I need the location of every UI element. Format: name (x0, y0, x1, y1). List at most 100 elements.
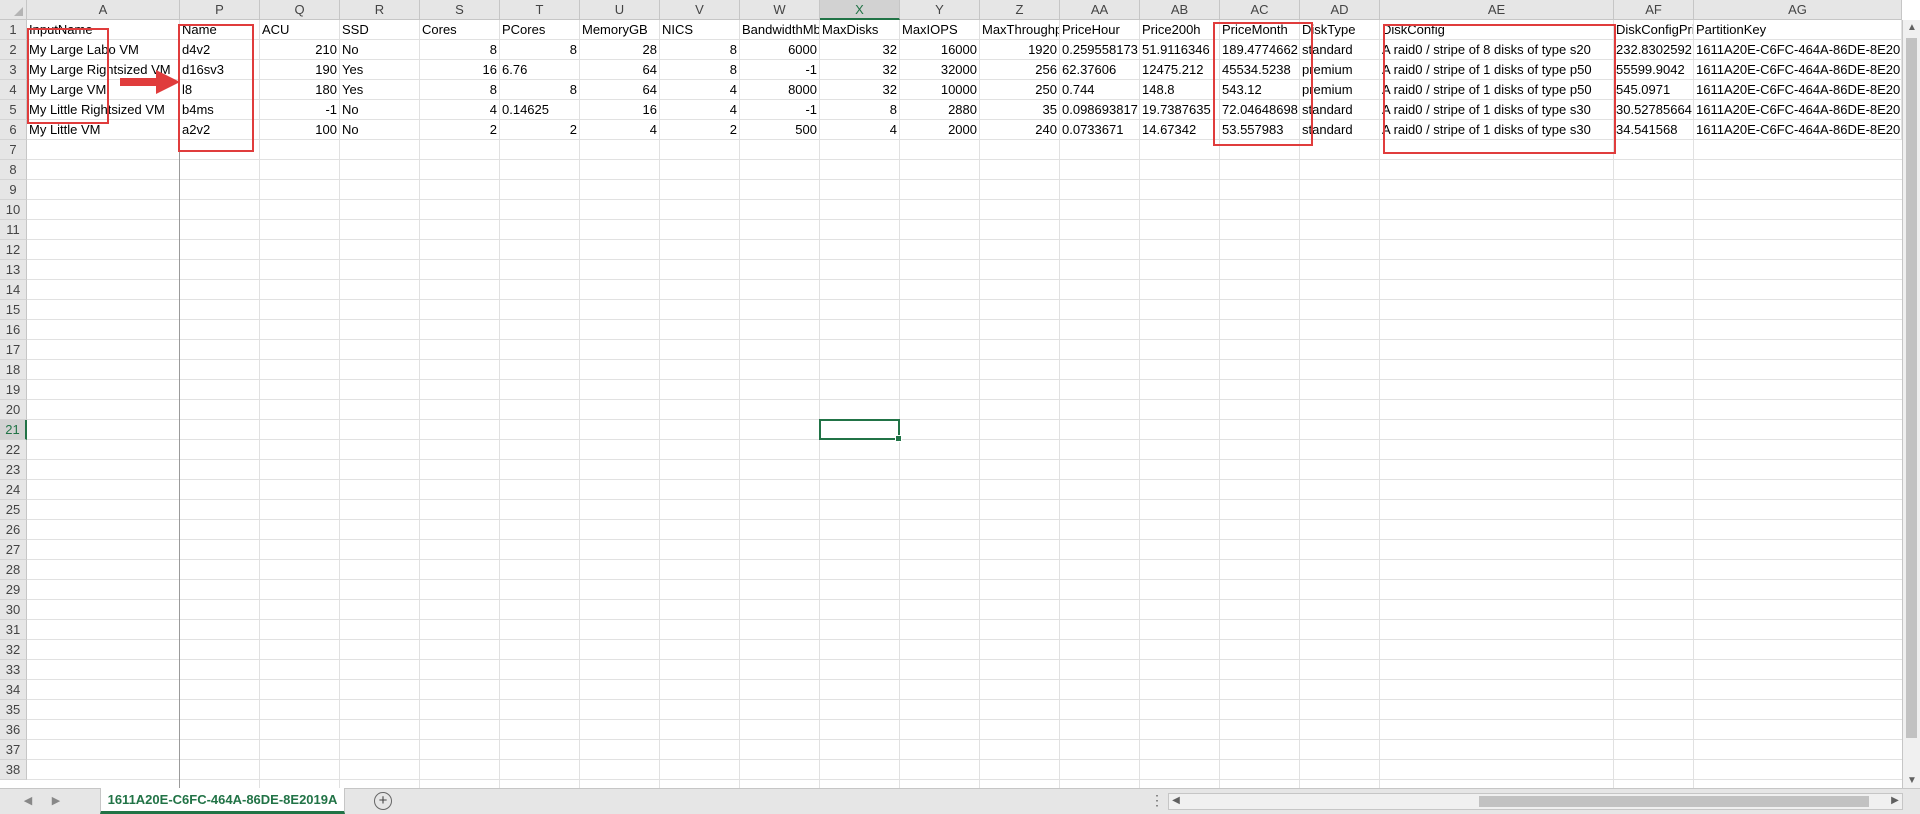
header-cell[interactable]: DiskType (1300, 20, 1380, 40)
table-cell[interactable]: 2 (500, 120, 580, 140)
table-cell[interactable]: 8000 (740, 80, 820, 100)
row-header-27[interactable]: 27 (0, 540, 27, 560)
table-cell[interactable]: My Little Rightsized VM (27, 100, 180, 120)
row-header-28[interactable]: 28 (0, 560, 27, 580)
table-cell[interactable]: 0.0733671 (1060, 120, 1140, 140)
table-cell[interactable]: 0.14625 (500, 100, 580, 120)
table-cell[interactable]: 210 (260, 40, 340, 60)
vertical-scroll-thumb[interactable] (1906, 38, 1917, 738)
table-cell[interactable]: 1611A20E-C6FC-464A-86DE-8E2019A (1694, 80, 1902, 100)
column-header-y[interactable]: Y (900, 0, 980, 20)
table-cell[interactable]: A raid0 / stripe of 1 disks of type s30 (1380, 120, 1614, 140)
column-header-u[interactable]: U (580, 0, 660, 20)
table-cell[interactable]: 19.7387635 (1140, 100, 1220, 120)
row-header-31[interactable]: 31 (0, 620, 27, 640)
row-header-34[interactable]: 34 (0, 680, 27, 700)
header-cell[interactable]: PartitionKey (1694, 20, 1902, 40)
table-cell[interactable]: 35 (980, 100, 1060, 120)
table-cell[interactable]: My Large Labo VM (27, 40, 180, 60)
row-header-36[interactable]: 36 (0, 720, 27, 740)
table-cell[interactable]: 240 (980, 120, 1060, 140)
table-cell[interactable]: 500 (740, 120, 820, 140)
table-cell[interactable]: A raid0 / stripe of 1 disks of type s30 (1380, 100, 1614, 120)
table-cell[interactable]: 545.0971 (1614, 80, 1694, 100)
scroll-right-icon[interactable]: ▶ (1888, 795, 1902, 806)
header-cell[interactable]: MaxIOPS (900, 20, 980, 40)
column-header-w[interactable]: W (740, 0, 820, 20)
row-header-21[interactable]: 21 (0, 420, 27, 440)
row-header-29[interactable]: 29 (0, 580, 27, 600)
row-header-3[interactable]: 3 (0, 60, 27, 80)
table-cell[interactable]: 100 (260, 120, 340, 140)
row-header-30[interactable]: 30 (0, 600, 27, 620)
table-cell[interactable]: 28 (580, 40, 660, 60)
table-cell[interactable]: 543.12 (1220, 80, 1300, 100)
table-cell[interactable]: 8 (500, 40, 580, 60)
next-sheet-icon[interactable]: ▶ (46, 794, 66, 807)
horizontal-scrollbar[interactable]: ◀ ▶ (1168, 793, 1903, 810)
header-cell[interactable]: Cores (420, 20, 500, 40)
table-cell[interactable]: 64 (580, 60, 660, 80)
header-cell[interactable]: PriceHour (1060, 20, 1140, 40)
header-cell[interactable]: SSD (340, 20, 420, 40)
row-header-12[interactable]: 12 (0, 240, 27, 260)
column-header-ab[interactable]: AB (1140, 0, 1220, 20)
row-header-14[interactable]: 14 (0, 280, 27, 300)
table-cell[interactable]: b4ms (180, 100, 260, 120)
table-cell[interactable]: l8 (180, 80, 260, 100)
table-cell[interactable]: Yes (340, 80, 420, 100)
column-header-af[interactable]: AF (1614, 0, 1694, 20)
table-cell[interactable]: 64 (580, 80, 660, 100)
row-header-6[interactable]: 6 (0, 120, 27, 140)
row-header-4[interactable]: 4 (0, 80, 27, 100)
header-cell[interactable]: Price200h (1140, 20, 1220, 40)
row-header-13[interactable]: 13 (0, 260, 27, 280)
row-header-10[interactable]: 10 (0, 200, 27, 220)
table-cell[interactable]: 4 (420, 100, 500, 120)
column-header-ad[interactable]: AD (1300, 0, 1380, 20)
table-cell[interactable]: 8 (420, 80, 500, 100)
row-header-5[interactable]: 5 (0, 100, 27, 120)
row-header-25[interactable]: 25 (0, 500, 27, 520)
header-cell[interactable]: DiskConfigPrice (1614, 20, 1694, 40)
select-all-corner[interactable] (0, 0, 27, 20)
column-header-t[interactable]: T (500, 0, 580, 20)
table-cell[interactable]: 1611A20E-C6FC-464A-86DE-8E2019A (1694, 60, 1902, 80)
table-cell[interactable]: 34.541568 (1614, 120, 1694, 140)
table-cell[interactable]: 1611A20E-C6FC-464A-86DE-8E2019A (1694, 120, 1902, 140)
header-cell[interactable]: NICS (660, 20, 740, 40)
column-header-z[interactable]: Z (980, 0, 1060, 20)
row-header-1[interactable]: 1 (0, 20, 27, 40)
sheet-tab-active[interactable]: 1611A20E-C6FC-464A-86DE-8E2019A (100, 788, 345, 814)
table-cell[interactable]: 62.37606 (1060, 60, 1140, 80)
table-cell[interactable]: 55599.9042 (1614, 60, 1694, 80)
table-cell[interactable]: premium (1300, 80, 1380, 100)
table-cell[interactable]: 2 (420, 120, 500, 140)
table-cell[interactable]: 6.76 (500, 60, 580, 80)
table-cell[interactable]: 180 (260, 80, 340, 100)
column-header-v[interactable]: V (660, 0, 740, 20)
column-header-s[interactable]: S (420, 0, 500, 20)
table-cell[interactable]: 148.8 (1140, 80, 1220, 100)
row-header-38[interactable]: 38 (0, 760, 27, 780)
table-cell[interactable]: 0.259558173 (1060, 40, 1140, 60)
table-cell[interactable]: 189.4774662 (1220, 40, 1300, 60)
header-cell[interactable]: DiskConfig (1380, 20, 1614, 40)
table-cell[interactable]: 256 (980, 60, 1060, 80)
table-cell[interactable]: 8 (820, 100, 900, 120)
column-header-a[interactable]: A (27, 0, 180, 20)
table-cell[interactable]: standard (1300, 100, 1380, 120)
table-cell[interactable]: 30.52785664 (1614, 100, 1694, 120)
column-header-q[interactable]: Q (260, 0, 340, 20)
table-cell[interactable]: A raid0 / stripe of 8 disks of type s20 (1380, 40, 1614, 60)
table-cell[interactable]: 16 (580, 100, 660, 120)
add-sheet-icon[interactable]: + (374, 792, 392, 810)
table-cell[interactable]: No (340, 40, 420, 60)
table-cell[interactable]: 4 (660, 100, 740, 120)
row-header-23[interactable]: 23 (0, 460, 27, 480)
column-header-ac[interactable]: AC (1220, 0, 1300, 20)
table-cell[interactable]: 2880 (900, 100, 980, 120)
table-cell[interactable]: -1 (260, 100, 340, 120)
tab-split-handle-icon[interactable]: ⋮ (1150, 792, 1165, 809)
vertical-scrollbar[interactable]: ▲ ▼ (1902, 20, 1920, 788)
